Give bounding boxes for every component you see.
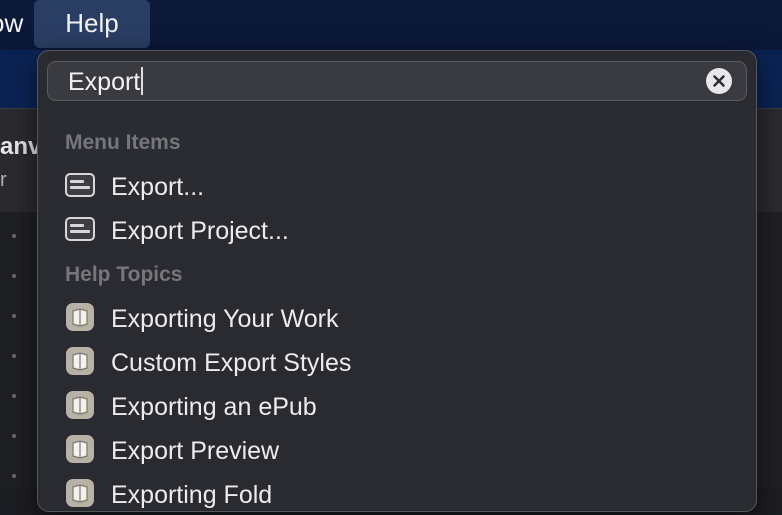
- help-topic-label: Custom Export Styles: [111, 349, 352, 377]
- grid-dot: [12, 474, 16, 478]
- grid-dot: [12, 234, 16, 238]
- help-topic-exporting-an-epub[interactable]: Exporting an ePub: [65, 387, 725, 427]
- help-topic-label: Exporting Your Work: [111, 305, 339, 333]
- help-search-input[interactable]: Export: [68, 62, 143, 100]
- help-book-icon: [65, 347, 95, 381]
- menu-item-label: Export...: [111, 173, 205, 201]
- menu-item-export-project[interactable]: Export Project...: [65, 211, 725, 251]
- help-topic-custom-export-styles[interactable]: Custom Export Styles: [65, 343, 725, 383]
- help-book-icon: [65, 479, 95, 513]
- toolbar-title: anv: [0, 133, 42, 160]
- section-header-help-topics: Help Topics: [65, 263, 183, 286]
- help-book-icon: [65, 435, 95, 469]
- grid-dot: [12, 274, 16, 278]
- help-book-icon: [65, 391, 95, 425]
- help-topic-label: Exporting Fold: [111, 481, 273, 509]
- text-caret: [141, 67, 143, 95]
- toolbar-subtitle: r: [0, 169, 7, 191]
- menu-item-icon: [65, 217, 95, 246]
- help-topic-exporting-fold[interactable]: Exporting Fold: [65, 475, 725, 515]
- help-search-value: Export: [68, 68, 141, 96]
- grid-dot: [12, 394, 16, 398]
- help-topic-exporting-your-work[interactable]: Exporting Your Work: [65, 299, 725, 339]
- menu-item-icon: [65, 173, 95, 202]
- help-topic-label: Exporting an ePub: [111, 393, 317, 421]
- menu-bar: ow Help: [0, 0, 782, 50]
- grid-dot: [12, 354, 16, 358]
- help-topic-export-preview[interactable]: Export Preview: [65, 431, 725, 471]
- section-header-menu-items: Menu Items: [65, 131, 181, 154]
- xmark-icon: [713, 75, 725, 87]
- grid-dot: [12, 314, 16, 318]
- grid-dot: [12, 434, 16, 438]
- help-search-field[interactable]: Export: [47, 61, 747, 101]
- menu-help[interactable]: Help: [34, 0, 150, 48]
- menu-window[interactable]: ow: [0, 0, 23, 48]
- menu-item-label: Export Project...: [111, 217, 289, 245]
- menu-item-export[interactable]: Export...: [65, 167, 725, 207]
- help-book-icon: [65, 303, 95, 337]
- clear-search-button[interactable]: [706, 68, 732, 94]
- help-topic-label: Export Preview: [111, 437, 280, 465]
- help-menu-popover: Export Menu Items Export... Export Proje: [37, 50, 757, 512]
